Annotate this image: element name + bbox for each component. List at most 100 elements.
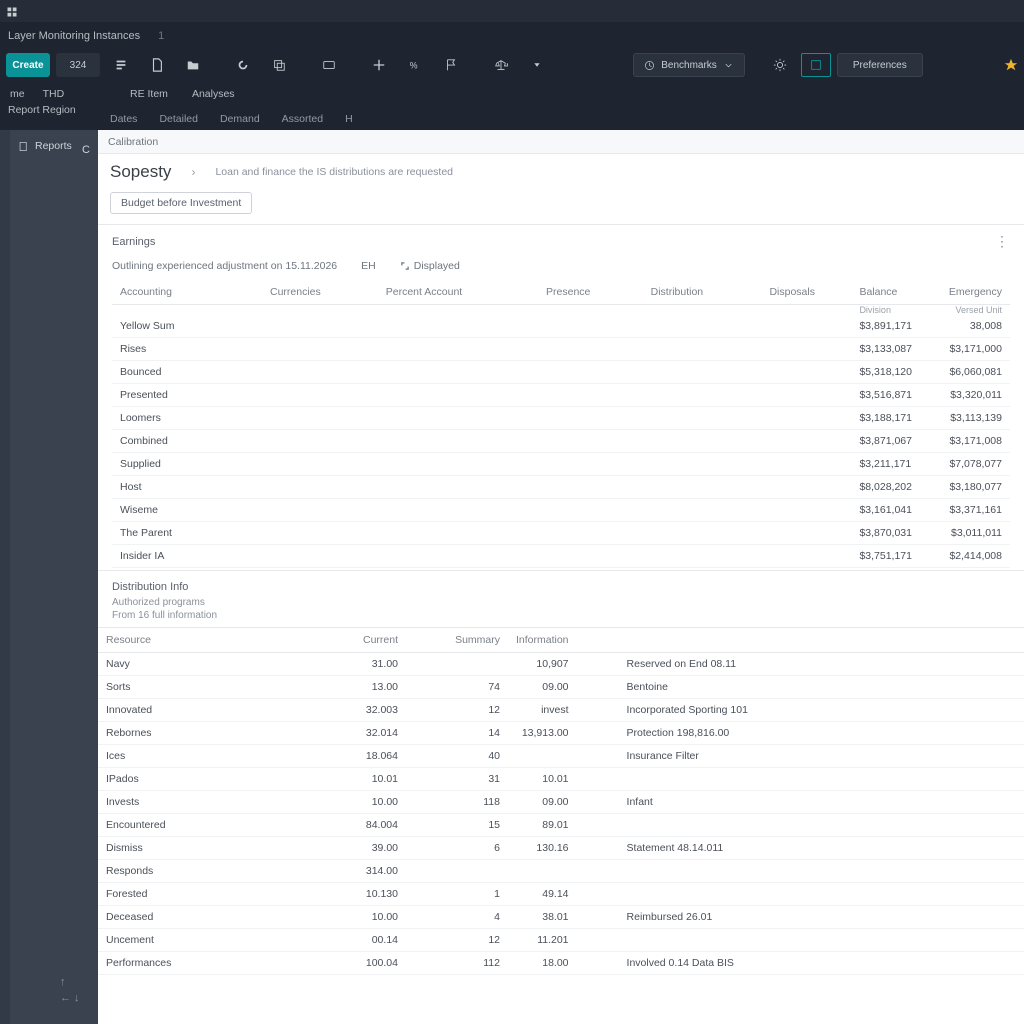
tool-caret-icon[interactable] [522,53,552,77]
chip-budget[interactable]: Budget before Investment [110,192,252,214]
counter-button[interactable]: 324 [56,53,100,77]
col-header[interactable]: Resource [98,628,338,653]
col-header[interactable]: Current [338,628,428,653]
table-row[interactable]: Presented$3,516,871$3,320,011 [112,384,1010,407]
main-panel: Calibration Sopesty › Loan and finance t… [98,130,1024,1024]
tool-star-icon[interactable] [1004,58,1018,72]
table-row[interactable]: Encountered84.0041589.01 [98,814,1024,837]
page-title: Sopesty [110,162,171,182]
breadcrumb-count: 1 [158,30,164,42]
sub-left-1[interactable]: me [10,88,25,100]
sub-mid-2[interactable]: Analyses [192,88,235,100]
main-toolbar: Create 324 % Benchmarks Preferences [0,50,1024,80]
col-header[interactable]: Emergency [920,280,1010,305]
table-row[interactable]: Deceased10.00438.01Reimbursed 26.01 [98,906,1024,929]
tab-detailed[interactable]: Detailed [159,113,198,125]
sub-leftside[interactable]: Report Region [8,104,76,116]
tool-folder-icon[interactable] [178,53,208,77]
svg-text:%: % [410,61,418,71]
col-header[interactable]: Information [508,628,619,653]
chevron-right-icon: › [191,165,195,179]
earnings-action[interactable]: Displayed [400,260,460,272]
tool-percent-icon[interactable]: % [400,53,430,77]
distribution-table: ResourceCurrentSummaryInformationNavy31.… [98,627,1024,975]
earnings-meta: Outlining experienced adjustment on 15.1… [112,260,337,272]
earnings-panel: Earnings ⋮ Outlining experienced adjustm… [98,224,1024,570]
table-row[interactable]: Bounced$5,318,120$6,060,081 [112,361,1010,384]
earnings-table: AccountingCurrenciesPercent AccountPrese… [112,280,1010,568]
tool-document-icon[interactable] [142,53,172,77]
table-row[interactable]: The Parent$3,870,031$3,011,011 [112,522,1010,545]
col-header[interactable]: Accounting [112,280,262,305]
table-row[interactable]: Uncement00.141211.201 [98,929,1024,952]
tool-refresh-icon[interactable] [228,53,258,77]
table-row[interactable]: IPados10.013110.01 [98,768,1024,791]
distribution-panel: Distribution Info Authorized programs Fr… [98,570,1024,627]
table-row[interactable]: Host$8,028,202$3,180,077 [112,476,1010,499]
doc-icon [18,141,29,152]
col-header[interactable]: Distribution [643,280,762,305]
expand-icon [400,261,410,271]
table-row[interactable]: Loomers$3,188,171$3,113,139 [112,407,1010,430]
col-header[interactable]: Summary [428,628,508,653]
breadcrumb-bar: Layer Monitoring Instances 1 [0,22,1024,50]
app-icon [6,5,18,17]
create-button[interactable]: Create [6,53,50,77]
content-breadcrumb[interactable]: Calibration [98,130,1024,154]
tool-gear-icon[interactable] [765,53,795,77]
table-row[interactable]: Insider IA$3,751,171$2,414,008 [112,545,1010,568]
title-bar [0,0,1024,22]
table-row[interactable]: Navy31.0010,907Reserved on End 08.11 [98,653,1024,676]
sub-toolbar: me THD RE Item Analyses [0,80,1024,108]
sidebar: Reports C ↑← ↓ [0,130,98,1024]
col-header[interactable]: Percent Account [378,280,538,305]
preferences-button[interactable]: Preferences [837,53,923,77]
clock-icon [644,60,655,71]
table-row[interactable]: Innovated32.00312investIncorporated Spor… [98,699,1024,722]
sub-mid-1[interactable]: RE Item [130,88,168,100]
tool-balance-icon[interactable] [486,53,516,77]
table-row[interactable]: Combined$3,871,067$3,171,008 [112,430,1010,453]
tool-flag-icon[interactable] [436,53,466,77]
col-header[interactable]: Currencies [262,280,378,305]
col-header[interactable]: Disposals [761,280,851,305]
distribution-title: Distribution Info [112,581,1010,593]
table-row[interactable]: Invests10.0011809.00Infant [98,791,1024,814]
table-row[interactable]: Performances100.0411218.00Involved 0.14 … [98,952,1024,975]
breadcrumb-text[interactable]: Layer Monitoring Instances [8,30,140,42]
chevron-down-icon [723,60,734,71]
earnings-meta-mid: EH [361,260,376,272]
table-row[interactable]: Responds314.00 [98,860,1024,883]
col-header[interactable]: Presence [538,280,643,305]
sidebar-indicator: C [82,144,90,156]
table-row[interactable]: Dismiss39.006130.16Statement 48.14.011 [98,837,1024,860]
table-row[interactable]: Sorts13.007409.00Bentoine [98,676,1024,699]
sub-left-2[interactable]: THD [43,88,65,100]
tab-dates[interactable]: Dates [110,113,137,125]
col-header[interactable] [619,628,1024,653]
table-row[interactable]: Supplied$3,211,171$7,078,077 [112,453,1010,476]
table-row[interactable]: Wiseme$3,161,041$3,371,161 [112,499,1010,522]
col-header[interactable]: Balance [851,280,920,305]
table-row[interactable]: Ices18.06440Insurance Filter [98,745,1024,768]
tool-wallet-icon[interactable] [314,53,344,77]
tab-h[interactable]: H [345,113,353,125]
table-row[interactable]: Yellow Sum$3,891,17138,008 [112,315,1010,338]
tab-demand[interactable]: Demand [220,113,260,125]
more-icon[interactable]: ⋮ [995,233,1010,250]
tool-add-icon[interactable] [364,53,394,77]
benchmarks-dropdown[interactable]: Benchmarks [633,53,745,77]
tool-panel-icon[interactable] [801,53,831,77]
tool-export-icon[interactable] [106,53,136,77]
tool-copy-icon[interactable] [264,53,294,77]
sidebar-arrows: ↑← ↓ [60,976,80,1004]
table-row[interactable]: Rebornes32.0141413,913.00Protection 198,… [98,722,1024,745]
tab-assorted[interactable]: Assorted [282,113,323,125]
tab-row: Dates Detailed Demand Assorted H [0,108,1024,130]
distribution-sub2: From 16 full information [112,610,1010,621]
table-row[interactable]: Forested10.130149.14 [98,883,1024,906]
page-subtitle: Loan and finance the IS distributions ar… [215,166,453,178]
earnings-title: Earnings [112,236,155,248]
table-row[interactable]: Rises$3,133,087$3,171,000 [112,338,1010,361]
distribution-sub1: Authorized programs [112,597,1010,608]
